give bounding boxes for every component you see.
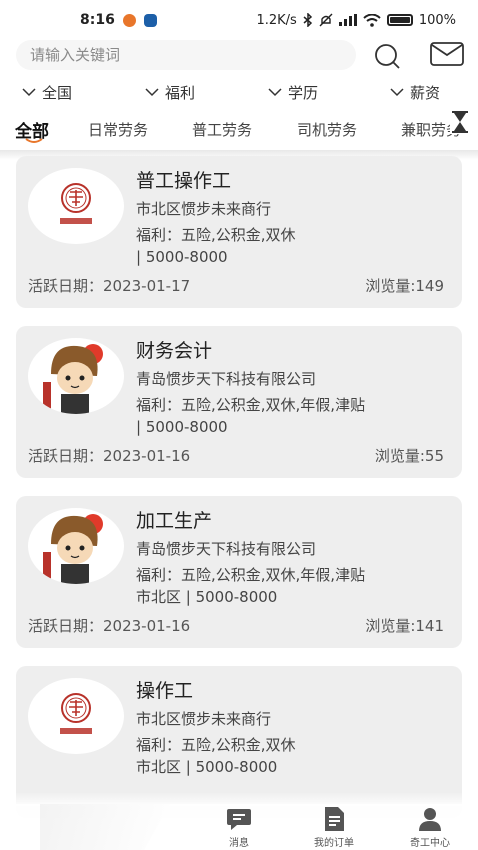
cartoon-avatar-graphic	[43, 344, 103, 414]
active-date: 活跃日期：2023-01-16	[28, 617, 191, 635]
welfare-text: 福利：五险,公积金,双休,年假,津贴	[136, 396, 366, 414]
cartoon-avatar	[28, 508, 124, 584]
job-title: 操作工	[136, 680, 194, 702]
job-title: 财务会计	[136, 340, 213, 362]
bluetooth-icon	[303, 13, 312, 27]
salary-text: 市北区 | 5000-8000	[136, 588, 278, 606]
company-name: 市北区惯步未来商行	[136, 200, 272, 218]
user-icon	[419, 808, 441, 831]
mail-icon[interactable]	[430, 42, 464, 66]
nav-profile-center[interactable]: 奇工中心	[395, 806, 465, 850]
salary-text: 市北区 | 5000-8000	[136, 758, 278, 776]
welfare-text: 福利：五险,公积金,双休,年假,津贴	[136, 566, 366, 584]
mute-icon	[319, 13, 333, 27]
seal-logo	[28, 168, 124, 244]
nav-label: 消息	[229, 838, 249, 849]
search-bar	[0, 38, 478, 72]
chevron-down-icon	[390, 88, 404, 97]
chat-icon	[227, 809, 251, 830]
filter-salary[interactable]: 薪资	[390, 78, 440, 106]
nav-messages[interactable]: 消息	[204, 806, 274, 850]
document-icon	[325, 807, 344, 831]
seal-logo	[28, 678, 124, 754]
job-welfare: 福利：五险,公积金,双休 市北区 | 5000-8000	[136, 734, 446, 778]
nav-label: 奇工中心	[410, 838, 450, 849]
cartoon-avatar-graphic	[43, 514, 103, 584]
job-card[interactable]: 普工操作工 市北区惯步未来商行 福利：五险,公积金,双休 | 5000-8000…	[16, 156, 462, 308]
seal-logo-graphic	[60, 693, 92, 734]
app-notification-icon	[122, 13, 136, 27]
status-bar: 8:16 1.2K/s 100%	[0, 0, 478, 40]
chevron-down-icon	[268, 88, 282, 97]
signal-icon	[338, 14, 357, 26]
salary-text: | 5000-8000	[136, 248, 228, 266]
job-welfare: 福利：五险,公积金,双休 | 5000-8000	[136, 224, 446, 268]
tab-driver-labor[interactable]: 司机劳务	[297, 114, 357, 144]
filter-education[interactable]: 学历	[268, 78, 318, 106]
nav-label: 我的订单	[314, 838, 354, 849]
job-list: 普工操作工 市北区惯步未来商行 福利：五险,公积金,双休 | 5000-8000…	[0, 150, 478, 850]
job-welfare: 福利：五险,公积金,双休,年假,津贴 | 5000-8000	[136, 394, 446, 438]
job-title: 加工生产	[136, 510, 213, 532]
status-time: 8:16	[80, 12, 115, 28]
chevron-down-icon	[22, 88, 36, 97]
battery-icon	[386, 14, 413, 26]
hourglass-icon[interactable]	[450, 110, 470, 134]
filter-bar: 全国 福利 学历 薪资	[0, 78, 478, 106]
tab-daily-labor[interactable]: 日常劳务	[88, 114, 148, 144]
battery-level: 100%	[418, 12, 456, 28]
search-input[interactable]	[16, 40, 356, 70]
filter-region[interactable]: 全国	[22, 78, 72, 106]
chevron-down-icon	[145, 88, 159, 97]
company-name: 青岛惯步天下科技有限公司	[136, 370, 317, 388]
active-tab-indicator	[25, 138, 43, 143]
tab-general-labor[interactable]: 普工劳务	[192, 114, 252, 144]
company-name: 市北区惯步未来商行	[136, 710, 272, 728]
filter-label: 薪资	[410, 83, 441, 102]
view-count: 浏览量:55	[374, 447, 444, 465]
network-speed: 1.2K/s	[256, 12, 297, 28]
salary-text: | 5000-8000	[136, 418, 228, 436]
active-date: 活跃日期：2023-01-16	[28, 447, 191, 465]
app-notification-icon-2	[143, 13, 157, 27]
active-date: 活跃日期：2023-01-17	[28, 277, 191, 295]
category-tabs: 全部 日常劳务 普工劳务 司机劳务 兼职劳务	[0, 110, 478, 150]
filter-label: 学历	[288, 83, 319, 102]
company-name: 青岛惯步天下科技有限公司	[136, 540, 317, 558]
seal-logo-graphic	[60, 183, 92, 224]
job-title: 普工操作工	[136, 170, 232, 192]
view-count: 浏览量:149	[365, 277, 444, 295]
filter-welfare[interactable]: 福利	[145, 78, 195, 106]
cartoon-avatar	[28, 338, 124, 414]
welfare-text: 福利：五险,公积金,双休	[136, 736, 296, 754]
wifi-icon	[363, 13, 381, 27]
nav-my-orders[interactable]: 我的订单	[299, 806, 369, 850]
job-card[interactable]: 加工生产 青岛惯步天下科技有限公司 福利：五险,公积金,双休,年假,津贴 市北区…	[16, 496, 462, 648]
search-icon[interactable]	[374, 43, 400, 69]
welfare-text: 福利：五险,公积金,双休	[136, 226, 296, 244]
filter-label: 全国	[42, 83, 73, 102]
filter-label: 福利	[165, 83, 196, 102]
job-card[interactable]: 财务会计 青岛惯步天下科技有限公司 福利：五险,公积金,双休,年假,津贴 | 5…	[16, 326, 462, 478]
job-welfare: 福利：五险,公积金,双休,年假,津贴 市北区 | 5000-8000	[136, 564, 446, 608]
view-count: 浏览量:141	[365, 617, 444, 635]
